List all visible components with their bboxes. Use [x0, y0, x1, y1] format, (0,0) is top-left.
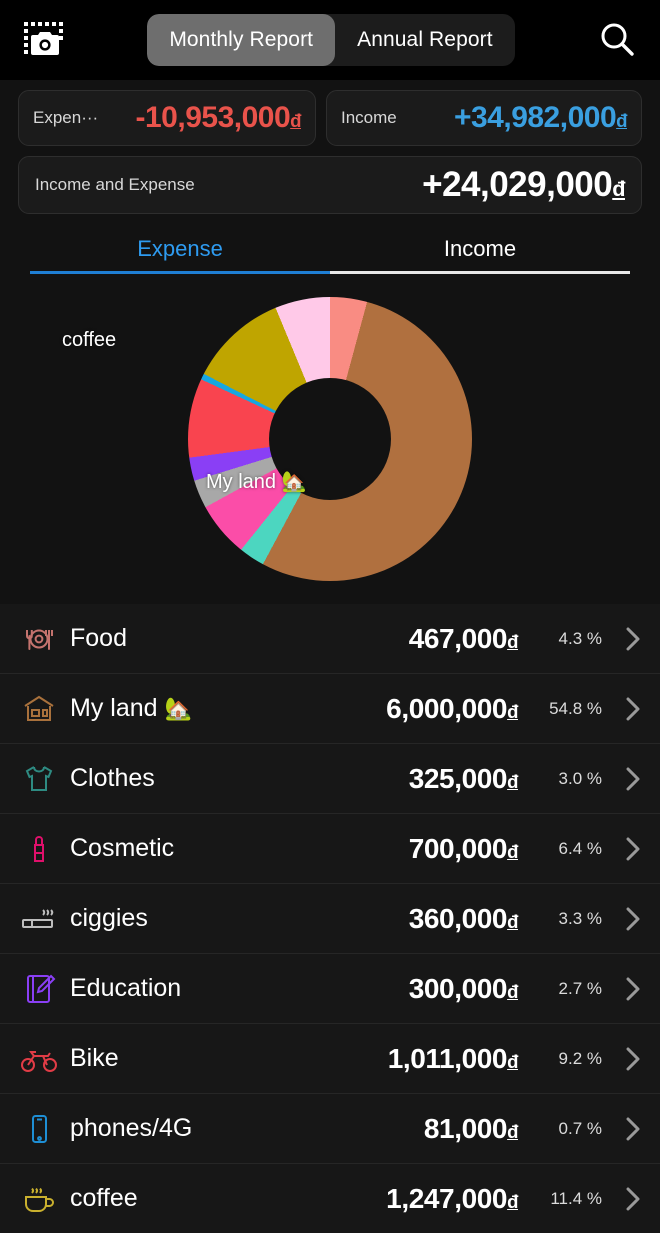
report-screen: Monthly Report Annual Report Expen··· -1… — [0, 0, 660, 1233]
list-item-percent: 3.0 % — [558, 768, 602, 788]
list-item-label: phones/4G — [70, 1114, 193, 1142]
list-item-emoji: 🏡 — [164, 695, 192, 721]
list-item[interactable]: Clothes 325,000đ 3.0 % — [0, 744, 660, 814]
tshirt-icon — [16, 763, 62, 795]
summary-cards-row: Expen··· -10,953,000đ Income +34,982,000… — [18, 90, 642, 146]
chevron-right-icon[interactable] — [602, 624, 642, 654]
segment-monthly-report[interactable]: Monthly Report — [147, 14, 336, 66]
list-item-percent: 3.3 % — [558, 908, 602, 928]
income-card-amount: +34,982,000đ — [453, 101, 628, 134]
list-item-percent: 0.7 % — [558, 1118, 602, 1138]
screenshot-camera-icon[interactable] — [22, 20, 66, 60]
list-item-percent: 11.4 % — [550, 1188, 602, 1208]
expense-donut-chart: coffee My land 🏡 — [0, 274, 660, 604]
chevron-right-icon[interactable] — [602, 834, 642, 864]
currency-symbol: đ — [507, 1050, 518, 1072]
total-card-amount: +24,029,000đ — [422, 165, 625, 204]
list-item-percent: 9.2 % — [558, 1048, 602, 1068]
list-item[interactable]: Bike 1,011,000đ 9.2 % — [0, 1024, 660, 1094]
tab-income[interactable]: Income — [330, 236, 630, 271]
list-item[interactable]: Food 467,000đ 4.3 % — [0, 604, 660, 674]
list-item-label: Clothes — [70, 764, 155, 792]
chevron-right-icon[interactable] — [602, 1044, 642, 1074]
list-item-amount: 6,000,000đ — [386, 692, 518, 724]
house-icon — [16, 693, 62, 725]
chevron-right-icon[interactable] — [602, 904, 642, 934]
expense-card-label: Expen··· — [33, 108, 99, 127]
chevron-right-icon[interactable] — [602, 1114, 642, 1144]
app-header: Monthly Report Annual Report — [0, 0, 660, 80]
search-icon[interactable] — [596, 19, 638, 61]
chevron-right-icon[interactable] — [602, 694, 642, 724]
currency-symbol: đ — [507, 1190, 518, 1212]
list-item-amount: 1,011,000đ — [387, 1042, 519, 1074]
chevron-right-icon[interactable] — [602, 974, 642, 1004]
notebook-pencil-icon — [16, 973, 62, 1005]
lipstick-icon — [16, 833, 62, 865]
list-item-amount: 325,000đ — [408, 762, 519, 794]
list-item[interactable]: Education 300,000đ 2.7 % — [0, 954, 660, 1024]
list-item-percent: 4.3 % — [558, 628, 602, 648]
list-item-label: Cosmetic — [70, 834, 175, 862]
expense-card-amount: -10,953,000đ — [135, 101, 302, 134]
expense-income-tabs: Expense Income — [0, 236, 660, 271]
tab-expense[interactable]: Expense — [30, 236, 330, 271]
slice-label-coffee: coffee — [62, 329, 117, 351]
list-item-percent: 2.7 % — [558, 978, 602, 998]
list-item[interactable]: Cosmetic 700,000đ 6.4 % — [0, 814, 660, 884]
list-item-label: My land — [70, 694, 158, 722]
currency-symbol: đ — [507, 630, 518, 652]
list-item[interactable]: My land 🏡 6,000,000đ 54.8 % — [0, 674, 660, 744]
list-item-percent: 54.8 % — [549, 698, 602, 718]
currency-symbol: đ — [616, 110, 627, 131]
report-period-segmented-control[interactable]: Monthly Report Annual Report — [147, 14, 515, 66]
segment-annual-report[interactable]: Annual Report — [335, 14, 515, 66]
list-item-amount: 300,000đ — [408, 972, 519, 1004]
list-item-amount: 360,000đ — [408, 902, 519, 934]
currency-symbol: đ — [612, 176, 625, 201]
income-summary-card[interactable]: Income +34,982,000đ — [326, 90, 642, 146]
list-item-label: ciggies — [70, 904, 148, 932]
cigarette-icon — [16, 903, 62, 935]
list-item-percent: 6.4 % — [558, 838, 602, 858]
list-item-label: Bike — [70, 1044, 119, 1072]
currency-symbol: đ — [507, 840, 518, 862]
income-and-expense-total-card[interactable]: Income and Expense +24,029,000đ — [18, 156, 642, 214]
list-item-label: coffee — [70, 1184, 138, 1212]
list-item-amount: 467,000đ — [408, 622, 519, 654]
currency-symbol: đ — [507, 980, 518, 1002]
currency-symbol: đ — [507, 700, 518, 722]
currency-symbol: đ — [507, 770, 518, 792]
chevron-right-icon[interactable] — [602, 764, 642, 794]
smartphone-icon — [16, 1113, 62, 1145]
cutlery-plate-icon — [16, 623, 62, 655]
summary-section: Expen··· -10,953,000đ Income +34,982,000… — [0, 80, 660, 214]
chevron-right-icon[interactable] — [602, 1184, 642, 1214]
list-item[interactable]: phones/4G 81,000đ 0.7 % — [0, 1094, 660, 1164]
list-item-amount: 81,000đ — [423, 1112, 519, 1144]
slice-label-my-land: My land 🏡 — [206, 471, 307, 493]
category-list: Food 467,000đ 4.3 % My land 🏡 6,000,000đ 54.8 … — [0, 604, 660, 1233]
donut-ring[interactable] — [188, 297, 472, 581]
currency-symbol: đ — [290, 110, 301, 131]
list-item-label: Education — [70, 974, 182, 1002]
coffee-cup-icon — [16, 1183, 62, 1215]
list-item-label: Food — [70, 624, 127, 652]
list-item[interactable]: coffee 1,247,000đ 11.4 % — [0, 1164, 660, 1233]
currency-symbol: đ — [507, 1120, 518, 1142]
currency-symbol: đ — [507, 910, 518, 932]
motorcycle-icon — [16, 1043, 62, 1075]
total-card-label: Income and Expense — [35, 175, 195, 194]
list-item-amount: 1,247,000đ — [386, 1182, 518, 1214]
income-card-label: Income — [341, 108, 397, 127]
list-item[interactable]: ciggies 360,000đ 3.3 % — [0, 884, 660, 954]
list-item-amount: 700,000đ — [408, 832, 519, 864]
expense-summary-card[interactable]: Expen··· -10,953,000đ — [18, 90, 316, 146]
